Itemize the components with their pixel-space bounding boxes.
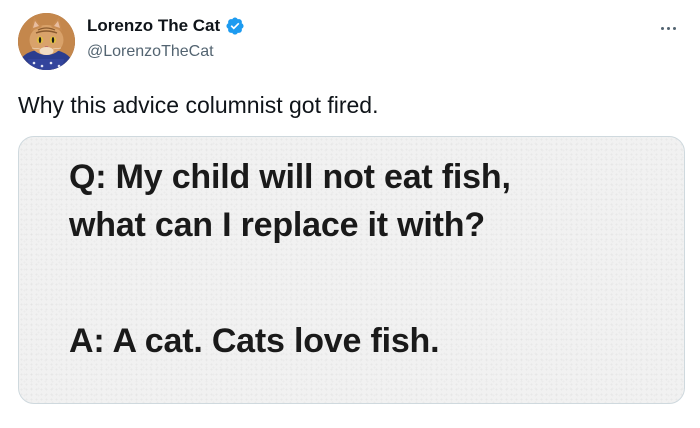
tweet: Lorenzo The Cat @LorenzoTheCat Why this … <box>0 0 700 428</box>
avatar[interactable] <box>18 13 75 70</box>
more-dot <box>672 26 676 30</box>
more-dot <box>666 26 670 30</box>
more-dot <box>660 26 664 30</box>
author-handle[interactable]: @LorenzoTheCat <box>87 42 214 62</box>
author-name-row: Lorenzo The Cat <box>87 16 245 36</box>
more-options-icon[interactable] <box>656 18 680 38</box>
question-line-2: what can I replace it with? <box>69 206 485 244</box>
tweet-media-image[interactable]: Q: My child will not eat fish, what can … <box>18 136 685 404</box>
tweet-text: Why this advice columnist got fired. <box>18 92 379 118</box>
question-line-1: Q: My child will not eat fish, <box>69 158 511 196</box>
display-name[interactable]: Lorenzo The Cat <box>87 16 220 36</box>
answer-line: A: A cat. Cats love fish. <box>69 322 440 360</box>
cat-avatar-icon <box>18 13 75 70</box>
verified-badge-icon <box>225 16 245 36</box>
